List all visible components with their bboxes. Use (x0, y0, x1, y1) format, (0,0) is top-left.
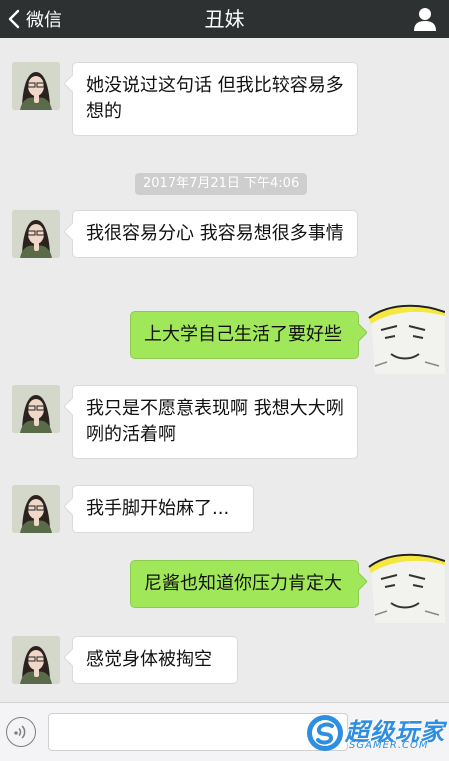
nav-bar: 微信 丑妹 (0, 0, 449, 38)
outgoing-message[interactable]: 尼酱也知道你压力肯定大 (130, 560, 359, 608)
chat-title: 丑妹 (204, 7, 245, 31)
watermark-domain: SGAMER.COM (349, 740, 429, 751)
avatar-image (12, 485, 60, 533)
avatar[interactable] (12, 636, 60, 684)
meme-face-avatar-image (367, 296, 445, 374)
input-bar: 超级玩家 SGAMER.COM (0, 702, 449, 761)
watermark: 超级玩家 SGAMER.COM (305, 710, 449, 756)
sender-avatar[interactable] (367, 296, 445, 374)
avatar-image (12, 210, 60, 258)
avatar[interactable] (12, 210, 60, 258)
chat-area[interactable]: 她没说过这句话 但我比较容易多想的 2017年7月21日 下午4:06 我很容易… (0, 38, 449, 702)
avatar[interactable] (12, 385, 60, 433)
meme-face-avatar-image (367, 545, 445, 623)
voice-button[interactable] (6, 717, 36, 747)
avatar-image (12, 62, 60, 110)
outgoing-message[interactable]: 上大学自己生活了要好些 (130, 311, 359, 359)
avatar[interactable] (12, 485, 60, 533)
incoming-message[interactable]: 感觉身体被掏空 (72, 636, 238, 684)
voice-icon (14, 725, 26, 739)
incoming-message[interactable]: 我只是不愿意表现啊 我想大大咧咧的活着啊 (72, 385, 358, 459)
avatar-image (12, 385, 60, 433)
incoming-message[interactable]: 我手脚开始麻了... (72, 485, 254, 533)
message-input[interactable] (48, 713, 348, 751)
timestamp: 2017年7月21日 下午4:06 (135, 173, 308, 195)
person-icon[interactable] (411, 5, 439, 33)
incoming-message[interactable]: 她没说过这句话 但我比较容易多想的 (72, 62, 358, 136)
sender-avatar[interactable] (367, 545, 445, 623)
avatar-image (12, 636, 60, 684)
avatar[interactable] (12, 62, 60, 110)
watermark-logo-icon (307, 715, 343, 751)
incoming-message[interactable]: 我很容易分心 我容易想很多事情 (72, 210, 358, 258)
